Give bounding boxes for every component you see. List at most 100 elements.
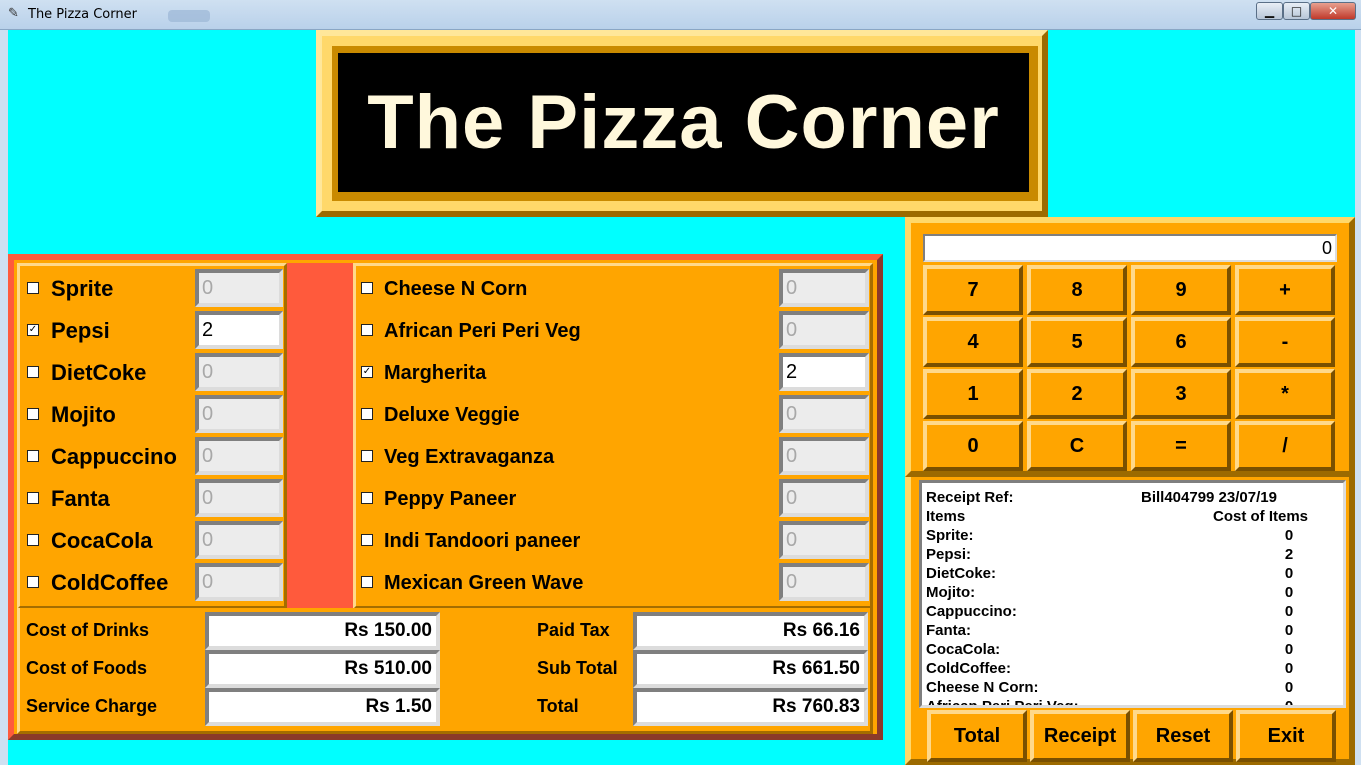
food-checkbox[interactable] bbox=[361, 450, 373, 462]
food-qty-field[interactable]: 0 bbox=[779, 269, 869, 307]
drink-checkbox[interactable] bbox=[27, 282, 39, 294]
receipt-item: DietCoke: bbox=[926, 565, 997, 582]
drink-label: Sprite bbox=[51, 276, 114, 301]
drink-qty-field[interactable]: 0 bbox=[195, 353, 283, 391]
calculator-display[interactable]: 0 bbox=[923, 234, 1337, 262]
food-qty-field[interactable]: 0 bbox=[779, 563, 869, 601]
calc-key[interactable]: 8 bbox=[1027, 265, 1127, 315]
receipt-item-value: 0 bbox=[1284, 660, 1294, 677]
service-charge-field[interactable]: Rs 1.50 bbox=[205, 688, 440, 726]
drink-qty-field[interactable]: 0 bbox=[195, 479, 283, 517]
food-label: African Peri Peri Veg bbox=[384, 320, 581, 342]
calc-key[interactable]: C bbox=[1027, 421, 1127, 471]
window-titlebar[interactable]: ✎ The Pizza Corner ▁ □ ✕ bbox=[0, 0, 1361, 30]
drink-checkbox[interactable] bbox=[27, 534, 39, 546]
food-checkbox[interactable] bbox=[361, 576, 373, 588]
calc-key[interactable]: 4 bbox=[923, 317, 1023, 367]
calc-key[interactable]: 2 bbox=[1027, 369, 1127, 419]
receipt-item-value: 0 bbox=[1284, 565, 1294, 582]
food-qty-field[interactable]: 0 bbox=[779, 521, 869, 559]
paid-tax-field[interactable]: Rs 66.16 bbox=[633, 612, 868, 650]
calc-key[interactable]: - bbox=[1235, 317, 1335, 367]
receipt-item: Sprite: bbox=[926, 527, 974, 544]
food-checkbox[interactable] bbox=[361, 408, 373, 420]
food-checkbox[interactable]: ✓ bbox=[361, 366, 373, 378]
calc-key[interactable]: = bbox=[1131, 421, 1231, 471]
receipt-ref-value: Bill404799 23/07/19 bbox=[1141, 489, 1277, 506]
drink-checkbox[interactable] bbox=[27, 450, 39, 462]
food-checkbox[interactable] bbox=[361, 282, 373, 294]
window-title: The Pizza Corner bbox=[28, 7, 137, 22]
cost-of-foods-label: Cost of Foods bbox=[26, 658, 147, 678]
food-label: Margherita bbox=[384, 362, 487, 384]
calc-key[interactable]: + bbox=[1235, 265, 1335, 315]
maximize-button[interactable]: □ bbox=[1283, 2, 1310, 20]
total-field[interactable]: Rs 760.83 bbox=[633, 688, 868, 726]
minimize-button[interactable]: ▁ bbox=[1256, 2, 1283, 20]
panel-separator bbox=[287, 263, 353, 609]
drink-checkbox[interactable] bbox=[27, 408, 39, 420]
food-qty-field[interactable]: 0 bbox=[779, 311, 869, 349]
food-qty-field[interactable]: 0 bbox=[779, 437, 869, 475]
receipt-item: CocaCola: bbox=[926, 641, 1001, 658]
calc-key[interactable]: 9 bbox=[1131, 265, 1231, 315]
drink-qty-field[interactable]: 0 bbox=[195, 395, 283, 433]
receipt-item-value: 0 bbox=[1284, 641, 1294, 658]
receipt-ref-label: Receipt Ref: bbox=[926, 489, 1014, 506]
receipt-item: Pepsi: bbox=[926, 546, 972, 563]
food-qty-field[interactable]: 0 bbox=[779, 395, 869, 433]
food-checkbox[interactable] bbox=[361, 534, 373, 546]
food-label: Cheese N Corn bbox=[384, 278, 528, 300]
receipt-item-value: 0 bbox=[1284, 679, 1294, 696]
food-checkbox[interactable] bbox=[361, 492, 373, 504]
calc-key[interactable]: 0 bbox=[923, 421, 1023, 471]
reset-button[interactable]: Reset bbox=[1133, 710, 1233, 762]
drink-qty-field[interactable]: 0 bbox=[195, 437, 283, 475]
receipt-item-value: 2 bbox=[1284, 546, 1294, 563]
paid-tax-label: Paid Tax bbox=[537, 620, 610, 640]
close-button[interactable]: ✕ bbox=[1310, 2, 1356, 20]
calc-key[interactable]: / bbox=[1235, 421, 1335, 471]
calc-key[interactable]: * bbox=[1235, 369, 1335, 419]
drink-checkbox[interactable]: ✓ bbox=[27, 324, 39, 336]
food-qty-field[interactable]: 2 bbox=[779, 353, 869, 391]
drink-label: Pepsi bbox=[51, 318, 110, 343]
calc-key[interactable]: 5 bbox=[1027, 317, 1127, 367]
receipt-item: Cheese N Corn: bbox=[926, 679, 1039, 696]
drink-checkbox[interactable] bbox=[27, 492, 39, 504]
drink-checkbox[interactable] bbox=[27, 366, 39, 378]
drink-checkbox[interactable] bbox=[27, 576, 39, 588]
calc-key[interactable]: 6 bbox=[1131, 317, 1231, 367]
drink-label: DietCoke bbox=[51, 360, 147, 385]
drink-qty-field[interactable]: 0 bbox=[195, 269, 283, 307]
drink-qty-field[interactable]: 2 bbox=[195, 311, 283, 349]
receipt-item: African Peri Peri Veg: bbox=[926, 698, 1079, 708]
receipt-item: ColdCoffee: bbox=[926, 660, 1011, 677]
food-label: Mexican Green Wave bbox=[384, 572, 584, 594]
receipt-item-value: 0 bbox=[1284, 527, 1294, 544]
drink-qty-field[interactable]: 0 bbox=[195, 521, 283, 559]
sub-total-field[interactable]: Rs 661.50 bbox=[633, 650, 868, 688]
drink-qty-field[interactable]: 0 bbox=[195, 563, 283, 601]
total-label: Total bbox=[537, 696, 579, 716]
calc-key[interactable]: 7 bbox=[923, 265, 1023, 315]
calc-key[interactable]: 3 bbox=[1131, 369, 1231, 419]
receipt-button[interactable]: Receipt bbox=[1030, 710, 1130, 762]
receipt-item: Fanta: bbox=[926, 622, 971, 639]
food-qty-field[interactable]: 0 bbox=[779, 479, 869, 517]
receipt-item: Mojito: bbox=[926, 584, 976, 601]
total-button[interactable]: Total bbox=[927, 710, 1027, 762]
cost-of-drinks-field[interactable]: Rs 150.00 bbox=[205, 612, 440, 650]
window-border-right bbox=[1355, 30, 1361, 765]
feather-icon: ✎ bbox=[8, 6, 19, 21]
service-charge-label: Service Charge bbox=[26, 696, 158, 716]
drink-label: Fanta bbox=[51, 486, 110, 511]
food-checkbox[interactable] bbox=[361, 324, 373, 336]
drink-label: Mojito bbox=[51, 402, 116, 427]
exit-button[interactable]: Exit bbox=[1236, 710, 1336, 762]
app-title: The Pizza Corner bbox=[367, 80, 1000, 165]
food-label: Deluxe Veggie bbox=[384, 404, 520, 426]
receipt-textbox[interactable]: Receipt Ref: Bill404799 23/07/19 Items C… bbox=[919, 480, 1346, 708]
cost-of-foods-field[interactable]: Rs 510.00 bbox=[205, 650, 440, 688]
calc-key[interactable]: 1 bbox=[923, 369, 1023, 419]
